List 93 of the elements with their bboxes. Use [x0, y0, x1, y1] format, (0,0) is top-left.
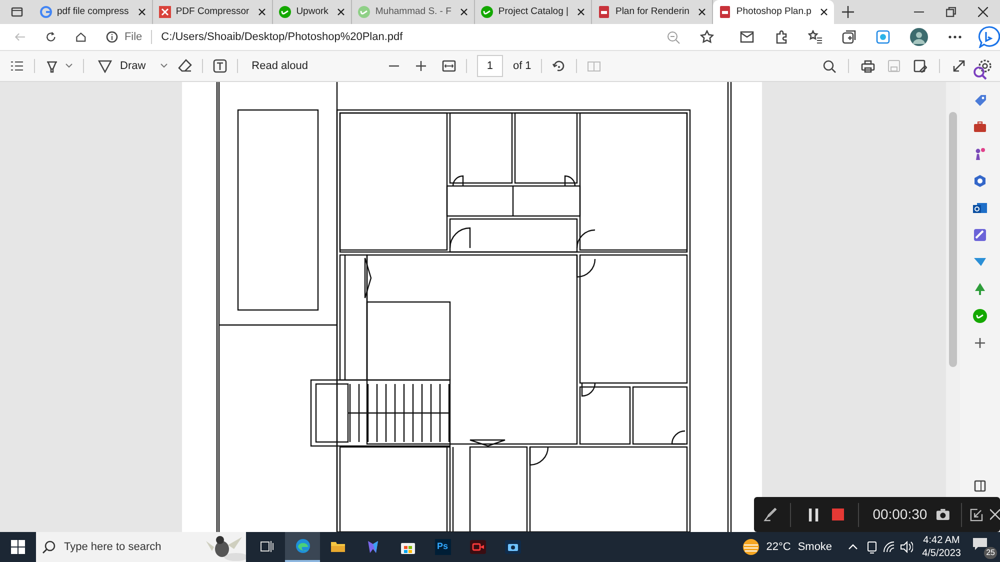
- favorites-icon[interactable]: [808, 30, 822, 44]
- search-icon[interactable]: [973, 66, 987, 80]
- close-icon[interactable]: [577, 8, 586, 16]
- photoshop-logo-icon: Ps: [434, 539, 450, 555]
- contents-list-icon[interactable]: [10, 60, 24, 72]
- sun-icon[interactable]: [742, 538, 760, 556]
- tab-title: Photoshop Plan.p: [736, 4, 812, 19]
- tab-title: Project Catalog |: [498, 4, 570, 19]
- pen-icon[interactable]: [98, 59, 112, 73]
- volume-icon[interactable]: [900, 541, 914, 553]
- camera-icon[interactable]: [936, 508, 950, 521]
- restore-icon[interactable]: [946, 7, 956, 17]
- tag-icon[interactable]: [973, 93, 987, 107]
- tab-actions-icon[interactable]: [11, 6, 23, 18]
- save-icon: [887, 59, 901, 73]
- favorite-star-icon[interactable]: [700, 30, 714, 44]
- two-page-icon: [587, 59, 602, 73]
- stop-icon[interactable]: [832, 508, 844, 521]
- close-icon[interactable]: [460, 8, 468, 16]
- close-icon[interactable]: [978, 7, 988, 17]
- tab-title: Upwork: [296, 4, 330, 19]
- text-box-icon[interactable]: [212, 59, 227, 73]
- brush-icon[interactable]: [763, 506, 778, 522]
- fit-width-icon[interactable]: [442, 60, 456, 72]
- wifi-icon[interactable]: [883, 541, 896, 553]
- tab-title: Muhammad S. - F: [375, 4, 452, 19]
- camera-icon: [504, 539, 520, 555]
- temperature-text: 22°C: [766, 540, 791, 555]
- expand-icon[interactable]: [952, 59, 966, 73]
- rotate-icon[interactable]: [552, 59, 566, 73]
- clock[interactable]: 4:42 AM 4/5/2023: [922, 534, 961, 560]
- weather-text: Smoke: [798, 540, 832, 555]
- refresh-icon[interactable]: [44, 30, 57, 44]
- close-icon[interactable]: [698, 8, 706, 16]
- tab-title: PDF Compressor: [176, 4, 250, 19]
- close-icon[interactable]: [337, 8, 346, 16]
- chevron-up-icon[interactable]: [848, 544, 858, 550]
- tab-title: pdf file compress: [57, 4, 130, 19]
- profile-avatar-icon[interactable]: [910, 28, 928, 46]
- close-icon[interactable]: [258, 8, 266, 16]
- page-number-field[interactable]: 1: [476, 55, 503, 77]
- search-icon[interactable]: [823, 60, 836, 72]
- zoom-in-icon[interactable]: [416, 61, 426, 71]
- scrollbar-thumb[interactable]: [949, 112, 957, 367]
- taskbar-app[interactable]: Ps: [425, 532, 460, 562]
- pdf-file-icon: [598, 6, 610, 18]
- chat-bubble-icon[interactable]: [978, 26, 1000, 48]
- recording-timer: 00:00:30: [872, 505, 928, 524]
- info-icon[interactable]: [106, 31, 118, 43]
- task-view-icon: [260, 539, 276, 555]
- page-count: of 1: [512, 58, 532, 74]
- close-icon[interactable]: [820, 8, 828, 16]
- design-icon[interactable]: [973, 228, 987, 242]
- folder-icon: [330, 539, 346, 555]
- search-field[interactable]: Type here to search: [36, 532, 246, 562]
- more-icon[interactable]: [948, 35, 962, 39]
- extensions-icon[interactable]: [774, 30, 788, 44]
- chat-bubble-icon: [972, 537, 988, 551]
- eraser-icon[interactable]: [178, 59, 192, 73]
- notification-count: 25: [984, 547, 997, 559]
- notifications-button[interactable]: 25: [971, 534, 997, 560]
- tab-title: Plan for Renderin: [615, 4, 690, 19]
- draw-button[interactable]: Draw: [120, 58, 146, 74]
- print-icon[interactable]: [861, 59, 875, 73]
- collections-icon[interactable]: [842, 30, 856, 44]
- caret-icon[interactable]: [65, 63, 73, 69]
- windows-start-icon[interactable]: [11, 540, 25, 554]
- video-camera-icon: [470, 539, 486, 555]
- sidebar-toggle-icon[interactable]: [974, 480, 986, 492]
- search-icon: [42, 540, 56, 554]
- browser-tab[interactable]: Photoshop Plan.p: [713, 0, 834, 24]
- caret-icon[interactable]: [160, 63, 168, 69]
- save-as-icon[interactable]: [913, 59, 927, 73]
- scheme-label: File: [124, 30, 142, 45]
- pause-icon[interactable]: [808, 508, 819, 522]
- home-icon[interactable]: [74, 30, 86, 44]
- device-icon[interactable]: [867, 540, 878, 554]
- add-icon[interactable]: [973, 336, 987, 350]
- tree-icon[interactable]: [973, 282, 987, 296]
- new-tab-icon[interactable]: [842, 6, 854, 18]
- briefcase-icon[interactable]: [973, 120, 987, 134]
- compressor-logo-icon: [158, 6, 171, 18]
- mail-icon[interactable]: [740, 31, 754, 43]
- read-aloud-button[interactable]: Read aloud: [252, 58, 308, 74]
- minimize-panel-icon[interactable]: [970, 508, 983, 522]
- chess-piece-icon[interactable]: [973, 147, 987, 161]
- settings-icon[interactable]: [978, 59, 992, 73]
- close-icon[interactable]: [138, 8, 146, 16]
- url-text[interactable]: C:/Users/Shoaib/Desktop/Photoshop%20Plan.pdf: [161, 28, 403, 46]
- pdf-file-icon: [719, 6, 732, 18]
- highlighter-icon[interactable]: [45, 59, 59, 73]
- browser-icon: [294, 538, 310, 554]
- hexagon-icon[interactable]: [973, 174, 987, 188]
